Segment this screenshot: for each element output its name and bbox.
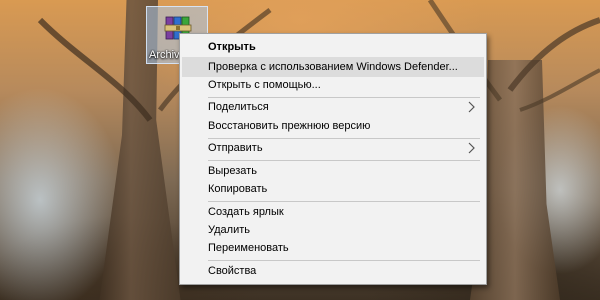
menu-item-label: Свойства	[208, 265, 257, 277]
menu-item-copy[interactable]: Копировать	[182, 179, 484, 199]
menu-item-label: Копировать	[208, 183, 268, 195]
menu-item-delete[interactable]: Удалить	[182, 220, 484, 240]
menu-item-label: Открыть с помощью...	[208, 79, 321, 91]
menu-item-label: Отправить	[208, 142, 263, 154]
menu-item-label: Проверка с использованием Windows Defend…	[208, 61, 458, 73]
menu-item-create-shortcut[interactable]: Создать ярлык	[182, 202, 484, 222]
menu-item-scan-defender[interactable]: Проверка с использованием Windows Defend…	[182, 57, 484, 77]
menu-item-label: Восстановить прежнюю версию	[208, 120, 371, 132]
menu-item-label: Удалить	[208, 224, 250, 236]
menu-item-label: Вырезать	[208, 165, 257, 177]
menu-item-rename[interactable]: Переименовать	[182, 238, 484, 258]
menu-item-label: Переименовать	[208, 242, 289, 254]
chevron-right-icon	[468, 101, 475, 113]
menu-item-cut[interactable]: Вырезать	[182, 161, 484, 181]
chevron-right-icon	[468, 142, 475, 154]
context-menu: Открыть Проверка с использованием Window…	[179, 33, 487, 285]
menu-item-properties[interactable]: Свойства	[182, 261, 484, 281]
menu-item-share[interactable]: Поделиться	[182, 97, 484, 117]
menu-item-send-to[interactable]: Отправить	[182, 138, 484, 158]
menu-item-open[interactable]: Открыть	[182, 37, 484, 57]
menu-item-label: Поделиться	[208, 101, 269, 113]
menu-item-label: Создать ярлык	[208, 206, 284, 218]
menu-item-label: Открыть	[208, 41, 256, 53]
menu-item-restore-previous[interactable]: Восстановить прежнюю версию	[182, 116, 484, 136]
menu-item-open-with[interactable]: Открыть с помощью...	[182, 75, 484, 95]
